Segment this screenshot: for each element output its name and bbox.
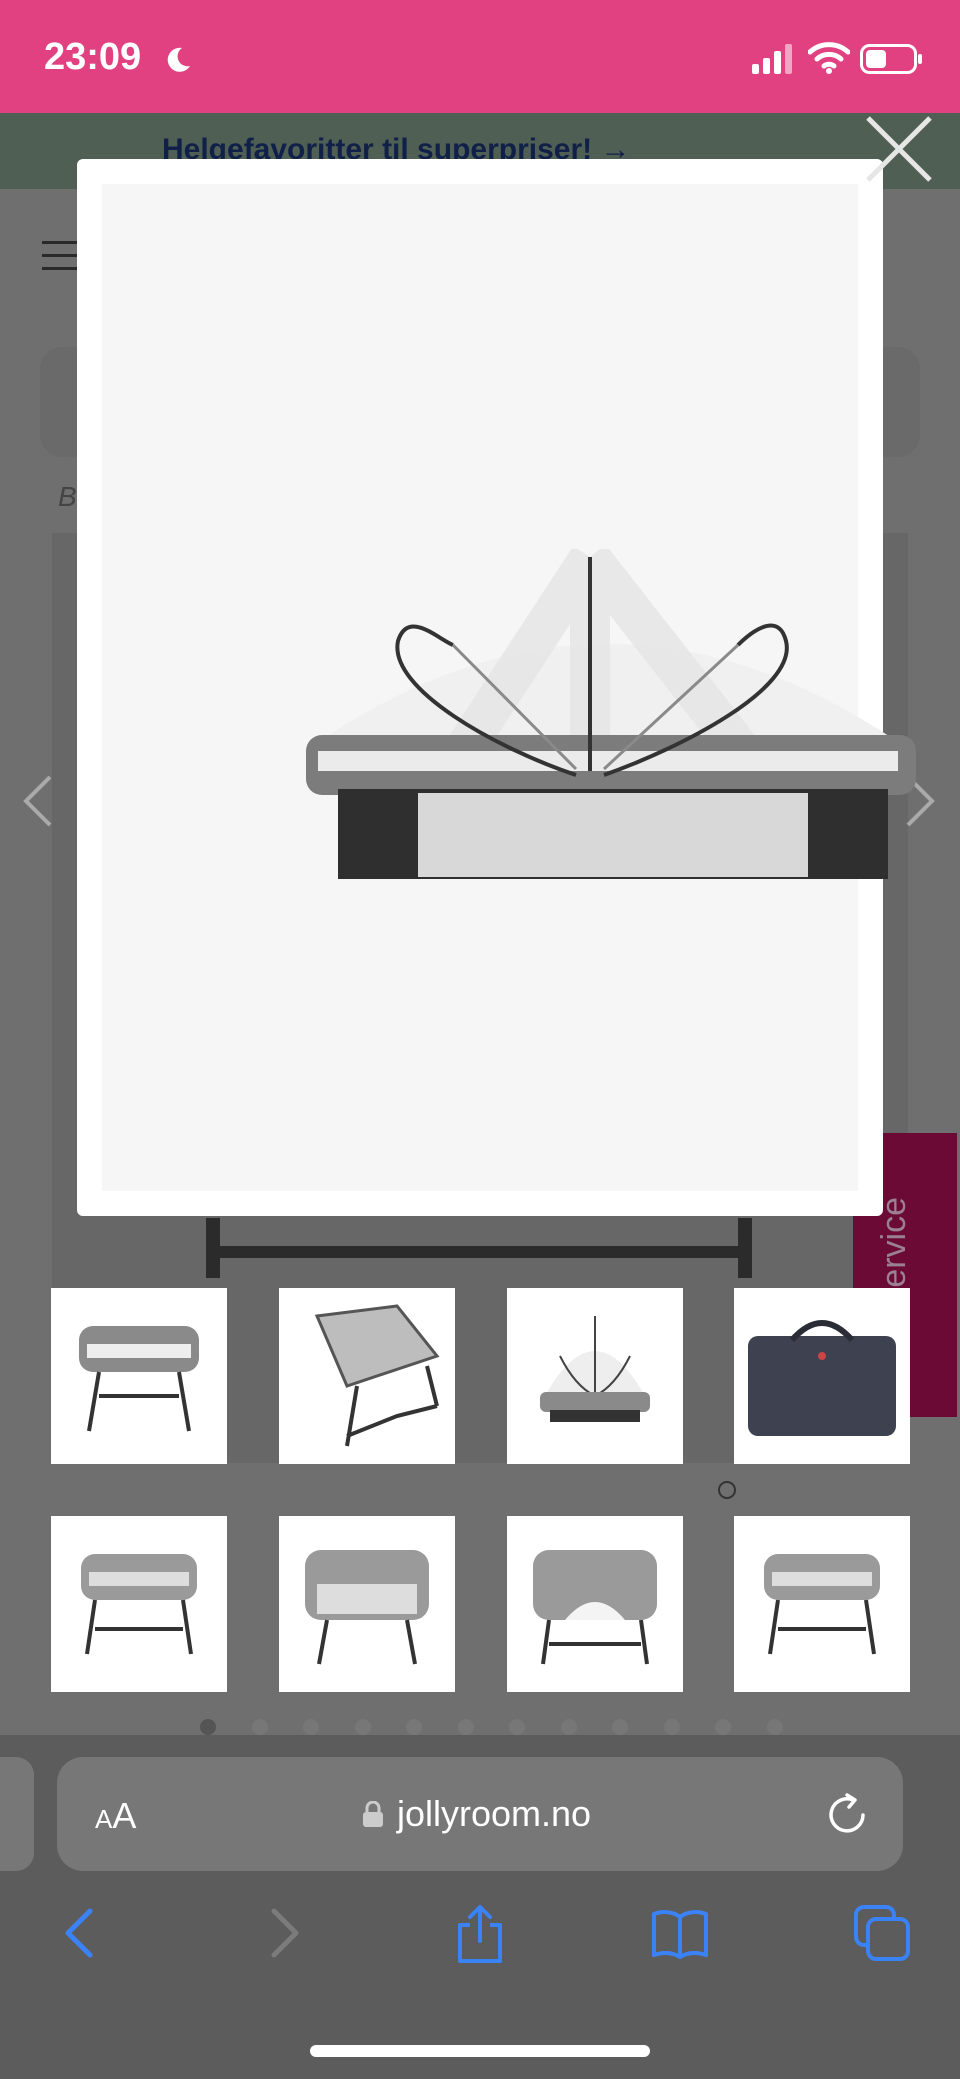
share-icon[interactable] bbox=[450, 1903, 510, 1963]
reload-icon[interactable] bbox=[825, 1793, 869, 1837]
crib-with-net-image bbox=[306, 549, 916, 879]
image-lightbox bbox=[77, 159, 916, 1216]
url-domain[interactable]: jollyroom.no bbox=[397, 1793, 591, 1835]
carousel-dot[interactable] bbox=[457, 1719, 474, 1735]
carousel-dot[interactable] bbox=[612, 1719, 628, 1735]
moon-icon bbox=[167, 47, 190, 72]
thumbnail-crib-front-2[interactable] bbox=[279, 1516, 455, 1692]
lock-icon bbox=[363, 1801, 383, 1827]
bookmarks-icon[interactable] bbox=[650, 1903, 710, 1963]
circle-mark bbox=[718, 1481, 736, 1499]
carousel-dot[interactable] bbox=[200, 1719, 216, 1735]
address-bar[interactable]: AA jollyroom.no bbox=[57, 1757, 903, 1871]
crib-open-image bbox=[533, 1550, 657, 1665]
carry-bag-image bbox=[748, 1320, 896, 1436]
crib-stand-image bbox=[206, 1218, 752, 1278]
thumbnail-crib-front[interactable] bbox=[51, 1288, 227, 1464]
carousel-dots bbox=[200, 1719, 800, 1735]
carousel-dot[interactable] bbox=[766, 1719, 783, 1735]
thumbnail-crib-open[interactable] bbox=[507, 1516, 683, 1692]
carousel-dot[interactable] bbox=[303, 1719, 319, 1735]
home-indicator bbox=[310, 2045, 650, 2057]
carousel-dot[interactable] bbox=[509, 1719, 525, 1735]
thumbnail-crib-side[interactable] bbox=[51, 1516, 227, 1692]
forward-icon[interactable] bbox=[252, 1903, 312, 1963]
carousel-dot[interactable] bbox=[354, 1719, 371, 1735]
lightbox-image bbox=[102, 184, 916, 1191]
crib-side-2-image bbox=[764, 1554, 880, 1655]
previous-tab-edge[interactable] bbox=[0, 1757, 34, 1871]
menu-icon[interactable] bbox=[42, 241, 78, 271]
crib-front-image bbox=[79, 1326, 199, 1432]
crib-angled-image bbox=[314, 1304, 440, 1447]
carousel-dot[interactable] bbox=[251, 1719, 268, 1735]
tabs-icon[interactable] bbox=[852, 1903, 912, 1963]
thumbnail-crib-angled[interactable] bbox=[279, 1288, 455, 1464]
crib-side-image bbox=[81, 1554, 197, 1655]
thumbnail-crib-side-2[interactable] bbox=[734, 1516, 910, 1692]
battery-icon bbox=[860, 44, 922, 74]
thumbnail-crib-net[interactable] bbox=[507, 1288, 683, 1464]
thumbnail-carry-bag[interactable] bbox=[734, 1288, 910, 1464]
status-bar: 23:09 bbox=[0, 0, 960, 113]
cellular-signal-icon bbox=[752, 44, 792, 74]
chevron-left-icon[interactable] bbox=[20, 773, 56, 829]
wifi-icon bbox=[808, 42, 850, 74]
clock: 23:09 bbox=[44, 36, 142, 78]
browser-toolbar: AA jollyroom.no bbox=[0, 1735, 960, 2079]
crib-front-2-image bbox=[305, 1550, 429, 1665]
reader-options-button[interactable]: AA bbox=[95, 1795, 136, 1837]
breadcrumb[interactable]: B bbox=[58, 481, 77, 513]
crib-net-image bbox=[540, 1316, 650, 1422]
close-icon[interactable] bbox=[862, 112, 936, 186]
carousel-dot[interactable] bbox=[406, 1719, 422, 1735]
carousel-dot[interactable] bbox=[715, 1719, 731, 1735]
carousel-dot[interactable] bbox=[560, 1719, 577, 1735]
back-icon[interactable] bbox=[52, 1903, 112, 1963]
carousel-dot[interactable] bbox=[663, 1719, 680, 1735]
